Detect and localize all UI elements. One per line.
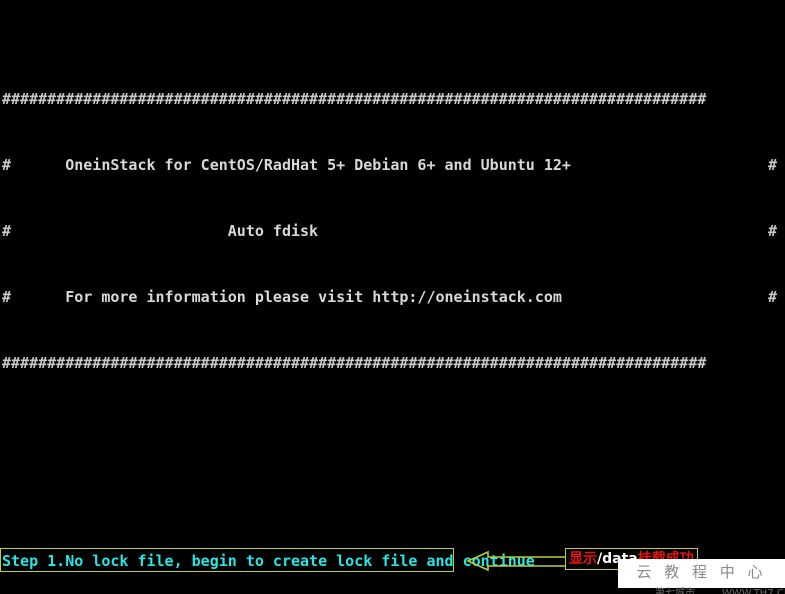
banner-hash-left: #: [2, 156, 12, 174]
banner-line-3: # For more information please visit http…: [2, 286, 785, 308]
step-1-heading: Step 1.No lock file, begin to create loc…: [2, 552, 535, 570]
terminal-output: ########################################…: [2, 0, 785, 594]
banner-hash-right-2: #: [767, 222, 777, 240]
banner-line-2: # Auto fdisk #: [2, 220, 785, 242]
banner-info-url: For more information please visit http:/…: [65, 288, 562, 306]
banner-rule-bottom: ########################################…: [2, 354, 707, 372]
banner-rule-top: ########################################…: [2, 90, 707, 108]
banner-title: OneinStack for CentOS/RadHat 5+ Debian 6…: [65, 156, 571, 174]
banner-line-1: # OneinStack for CentOS/RadHat 5+ Debian…: [2, 154, 785, 176]
terminal-window[interactable]: ########################################…: [0, 0, 785, 594]
banner-hash-right-1: #: [767, 156, 777, 174]
banner-hash-left-2: #: [2, 222, 12, 240]
banner-subtitle: Auto fdisk: [227, 222, 319, 240]
banner-hash-right-3: #: [767, 288, 777, 306]
banner-line-1-text: OneinStack for CentOS/RadHat 5+ Debian 6…: [11, 156, 571, 174]
banner-hash-left-3: #: [2, 288, 12, 306]
banner-line-2-text: Auto fdisk: [11, 222, 318, 240]
banner-line-3-text: For more information please visit http:/…: [11, 288, 562, 306]
